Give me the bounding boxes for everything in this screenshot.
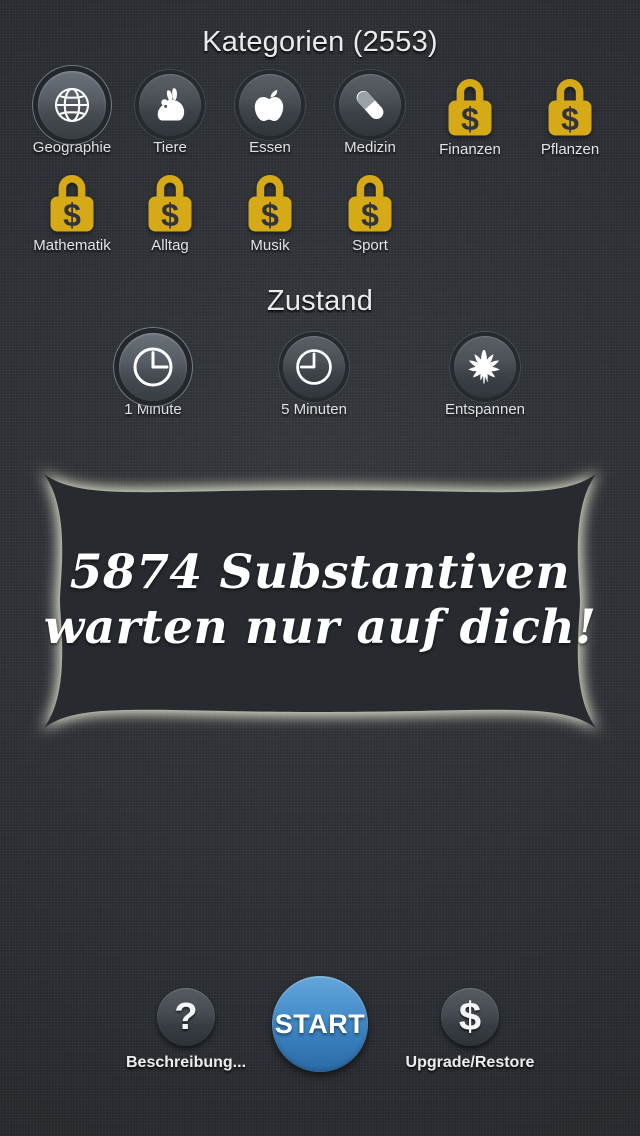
lock-dollar-icon[interactable]: $ (239, 170, 301, 234)
state-option-label: Entspannen (444, 401, 526, 418)
category-label: Sport (352, 237, 388, 254)
svg-text:$: $ (161, 197, 179, 233)
start-button-label: START (274, 1008, 366, 1039)
clock-3oclock-icon[interactable] (119, 333, 187, 401)
category-item-musik[interactable]: $ Musik (220, 170, 320, 254)
dollar-sign-icon[interactable]: $ (441, 988, 499, 1046)
banner-line-2: warten nur auf dich! (43, 600, 597, 655)
svg-text:$: $ (63, 197, 81, 233)
category-label: Tiere (153, 139, 187, 156)
banner-text-block: 5874 Substantiven warten nur auf dich! (26, 456, 614, 746)
category-label: Pflanzen (540, 141, 600, 158)
svg-text:$: $ (261, 197, 279, 233)
category-item-medizin[interactable]: Medizin (320, 74, 420, 156)
svg-text:$: $ (461, 101, 479, 137)
state-option-label: 1 Minute (124, 401, 182, 418)
lock-dollar-icon[interactable]: $ (139, 170, 201, 234)
category-label: Musik (250, 237, 290, 254)
category-item-finanzen[interactable]: $ Finanzen (420, 74, 520, 158)
category-item-mathematik[interactable]: $ Mathematik (22, 170, 122, 254)
globe-icon[interactable] (38, 71, 106, 139)
category-item-tiere[interactable]: Tiere (120, 74, 220, 156)
category-label: Mathematik (33, 237, 111, 254)
category-item-geographie[interactable]: Geographie (22, 71, 122, 156)
lock-dollar-icon[interactable]: $ (339, 170, 401, 234)
state-option-label: 5 Minuten (281, 401, 347, 418)
category-item-sport[interactable]: $ Sport (320, 170, 420, 254)
svg-text:$: $ (561, 101, 579, 137)
category-label: Finanzen (439, 141, 501, 158)
question-mark-icon[interactable]: ? (157, 988, 215, 1046)
leaf-icon[interactable] (454, 336, 516, 398)
category-item-alltag[interactable]: $ Alltag (120, 170, 220, 254)
state-row: 1 Minute 5 Minuten Entspannen (0, 333, 640, 436)
svg-text:$: $ (361, 197, 379, 233)
categories-section-title: Kategorien (2553) (202, 26, 438, 58)
apple-icon[interactable] (239, 74, 301, 136)
category-label: Geographie (32, 139, 112, 156)
help-button-label: Beschreibung... (125, 1054, 247, 1071)
banner-line-1: 5874 Substantiven (69, 545, 571, 601)
state-section-title: Zustand (266, 285, 374, 317)
category-item-essen[interactable]: Essen (220, 74, 320, 156)
lock-dollar-icon[interactable]: $ (439, 74, 501, 138)
bottom-action-bar: ? Beschreibung... $ Upgrade/Restore STAR… (0, 976, 640, 1092)
pill-icon[interactable] (339, 74, 401, 136)
state-option-entspannen[interactable]: Entspannen (435, 336, 535, 418)
upgrade-restore-button[interactable]: $ Upgrade/Restore (380, 988, 560, 1072)
lock-dollar-icon[interactable]: $ (539, 74, 601, 138)
clock-9oclock-icon[interactable] (283, 336, 345, 398)
start-button[interactable]: START (272, 976, 368, 1072)
category-label: Medizin (344, 139, 396, 156)
rabbit-icon[interactable] (139, 74, 201, 136)
category-item-pflanzen[interactable]: $ Pflanzen (520, 74, 620, 158)
state-option-5-minuten[interactable]: 5 Minuten (264, 336, 364, 418)
category-label: Alltag (151, 237, 189, 254)
noun-count-banner: 5874 Substantiven warten nur auf dich! (26, 456, 614, 746)
categories-row-1: Geographie Tiere Essen Medizin $ Finanze… (0, 71, 640, 174)
help-button[interactable]: ? Beschreibung... (96, 988, 276, 1072)
upgrade-restore-label: Upgrade/Restore (405, 1054, 535, 1071)
state-option-1-minute[interactable]: 1 Minute (103, 333, 203, 418)
lock-dollar-icon[interactable]: $ (41, 170, 103, 234)
category-label: Essen (249, 139, 291, 156)
categories-row-2: $ Mathematik $ Alltag $ Musik $ Sport (0, 170, 640, 270)
